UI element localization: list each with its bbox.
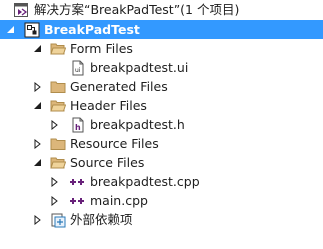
file-label: main.cpp [90,193,148,208]
folder-label: Source Files [70,155,145,170]
file-label: breakpadtest.cpp [90,174,200,189]
folder-open-icon [50,41,66,57]
collapsed-arrow-icon[interactable] [50,196,60,206]
folder-label: Header Files [70,98,147,113]
tree-item-resource-files[interactable]: Resource Files [0,134,323,153]
folder-label: Form Files [70,41,133,56]
tree-item-file-h[interactable]: h breakpadtest.h [0,115,323,134]
tree-item-file-main[interactable]: main.cpp [0,191,323,210]
tree-item-form-files[interactable]: Form Files [0,39,323,58]
header-file-icon: h [70,117,86,133]
collapsed-arrow-icon[interactable] [50,177,60,187]
folder-label: Generated Files [70,79,168,94]
svg-text:ui: ui [75,67,81,74]
folder-open-icon [50,98,66,114]
folder-open-icon [50,155,66,171]
cpp-file-icon [69,193,85,209]
tree-item-source-files[interactable]: Source Files [0,153,323,172]
external-dependencies-icon [50,212,66,228]
tree-item-solution[interactable]: 解决方案“BreakPadTest”(1 个项目) [0,0,323,19]
collapsed-arrow-icon[interactable] [33,82,43,92]
tree-item-file-cpp[interactable]: breakpadtest.cpp [0,172,323,191]
tree-item-header-files[interactable]: Header Files [0,96,323,115]
tree-item-external-dependencies[interactable]: 外部依赖项 [0,210,323,229]
folder-closed-icon [50,79,66,95]
tree-item-project[interactable]: BreakPadTest [0,20,323,39]
collapsed-arrow-icon[interactable] [33,139,43,149]
tree-item-generated-files[interactable]: Generated Files [0,77,323,96]
collapsed-arrow-icon[interactable] [33,215,43,225]
expanded-arrow-icon[interactable] [33,101,43,111]
expanded-arrow-icon[interactable] [6,25,16,35]
expanded-arrow-icon[interactable] [33,158,43,168]
ui-file-icon: ui [70,60,86,76]
svg-text:h: h [75,123,81,132]
project-label: BreakPadTest [44,22,140,37]
expanded-arrow-icon[interactable] [33,44,43,54]
solution-label: 解决方案“BreakPadTest”(1 个项目) [34,2,240,17]
cpp-file-icon [69,174,85,190]
external-label: 外部依赖项 [70,212,133,227]
solution-icon [13,2,29,18]
solution-explorer-tree: 解决方案“BreakPadTest”(1 个项目) BreakPadTest F… [0,0,323,249]
folder-label: Resource Files [70,136,159,151]
project-icon [24,22,40,38]
file-label: breakpadtest.h [90,117,185,132]
folder-closed-icon [50,136,66,152]
tree-item-file-ui[interactable]: ui breakpadtest.ui [0,58,323,77]
file-label: breakpadtest.ui [90,60,189,75]
collapsed-arrow-icon[interactable] [50,120,60,130]
